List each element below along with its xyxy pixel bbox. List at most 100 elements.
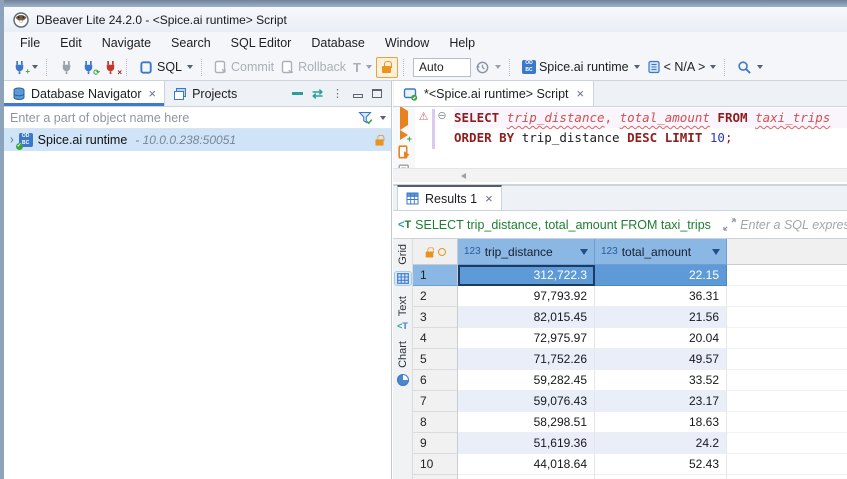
sort-desc-icon[interactable] <box>580 249 588 255</box>
cell-trip-distance[interactable]: 44,018.64 <box>458 454 595 475</box>
close-icon[interactable]: × <box>577 88 585 100</box>
commit-mode-combo[interactable]: Auto <box>413 58 471 77</box>
cell-trip-distance[interactable]: 82,015.45 <box>458 307 595 328</box>
tab-chart[interactable]: Chart <box>397 341 409 368</box>
reconnect-button[interactable]: ⟳ <box>78 58 99 77</box>
row-number[interactable]: 1 <box>413 265 458 286</box>
cell-trip-distance[interactable]: 71,752.26 <box>458 349 595 370</box>
row-number[interactable]: 10 <box>413 454 458 475</box>
grid-view-icon[interactable] <box>394 271 412 286</box>
tab-database-navigator[interactable]: Database Navigator × <box>4 81 165 106</box>
cell-total-amount[interactable]: 24.2 <box>595 433 727 454</box>
cell-trip-distance[interactable]: 312,722.3 <box>458 265 595 286</box>
sql-editor[interactable]: + ⚠ ⊖ SELECT trip_distance, total_amount… <box>393 107 847 168</box>
expand-chevron-icon[interactable]: › <box>10 133 14 147</box>
commit-button[interactable]: Commit <box>211 58 277 76</box>
close-icon[interactable]: × <box>148 88 156 100</box>
row-number[interactable]: 3 <box>413 307 458 328</box>
cell-trip-distance[interactable]: 72,975.97 <box>458 328 595 349</box>
row-number[interactable]: 8 <box>413 412 458 433</box>
minimize-view-icon[interactable] <box>353 94 363 98</box>
table-row[interactable]: 5 71,752.26 49.57 <box>413 349 847 370</box>
cell-total-amount[interactable]: 21.56 <box>595 307 727 328</box>
view-menu-icon[interactable]: ⋮ <box>332 87 344 100</box>
cell-total-amount[interactable]: 20.04 <box>595 328 727 349</box>
table-row[interactable]: 8 58,298.51 18.63 <box>413 412 847 433</box>
maximize-view-icon[interactable] <box>372 89 382 98</box>
row-number[interactable]: 2 <box>413 286 458 307</box>
table-row[interactable]: 10 44,018.64 52.43 <box>413 454 847 475</box>
row-number[interactable]: 4 <box>413 328 458 349</box>
scroll-left-arrow-icon[interactable] <box>461 173 466 179</box>
connection-tree-item[interactable]: › ODBC ✓ Spice.ai runtime - 10.0.0.238:5… <box>4 129 391 151</box>
tab-sql-script[interactable]: *<Spice.ai runtime> Script × <box>394 81 594 106</box>
disconnect-button[interactable]: × <box>100 58 121 77</box>
menu-database[interactable]: Database <box>301 33 375 53</box>
column-header-trip-distance[interactable]: 123 trip_distance <box>458 239 595 265</box>
fold-gutter[interactable]: ⊖ <box>435 107 449 168</box>
sql-expression-input[interactable] <box>740 218 847 232</box>
active-database-selector[interactable]: < N/A > <box>644 58 720 76</box>
cell-total-amount[interactable]: 49.57 <box>595 349 727 370</box>
active-connection-selector[interactable]: ODBC Spice.ai runtime <box>519 58 643 76</box>
link-editor-icon[interactable]: ⇄ <box>312 86 323 102</box>
tab-text[interactable]: Text <box>397 296 409 316</box>
column-header-total-amount[interactable]: 123 total_amount <box>595 239 727 265</box>
fold-collapse-icon[interactable]: ⊖ <box>437 110 446 122</box>
row-number[interactable]: 9 <box>413 433 458 454</box>
menu-window[interactable]: Window <box>375 33 439 53</box>
cell-trip-distance[interactable]: 59,282.45 <box>458 370 595 391</box>
table-row[interactable]: 1 312,722.3 22.15 <box>413 265 847 286</box>
cell-trip-distance[interactable]: 58,298.51 <box>458 412 595 433</box>
menu-edit[interactable]: Edit <box>50 33 92 53</box>
cell-total-amount[interactable]: 33.52 <box>595 370 727 391</box>
menu-search[interactable]: Search <box>161 33 221 53</box>
menu-sql-editor[interactable]: SQL Editor <box>221 33 302 53</box>
execute-new-tab-icon[interactable]: + <box>400 130 408 140</box>
transaction-log-button[interactable] <box>472 58 504 77</box>
cell-trip-distance[interactable]: 51,619.36 <box>458 433 595 454</box>
menu-file[interactable]: File <box>10 33 50 53</box>
collapse-all-icon[interactable] <box>292 92 303 95</box>
close-icon[interactable]: × <box>485 193 493 205</box>
cell-total-amount[interactable]: 36.31 <box>595 286 727 307</box>
autocommit-lock-toggle[interactable] <box>376 57 398 78</box>
new-connection-button[interactable]: + <box>9 58 41 77</box>
cell-total-amount[interactable]: 23.17 <box>595 391 727 412</box>
chart-pie-icon[interactable] <box>397 374 409 386</box>
cell-trip-distance[interactable]: 59,076.43 <box>458 391 595 412</box>
menu-help[interactable]: Help <box>439 33 485 53</box>
rollback-button[interactable]: Rollback <box>278 58 349 76</box>
tab-grid[interactable]: Grid <box>397 244 409 265</box>
filter-funnel-icon[interactable] <box>358 111 373 125</box>
tab-results-1[interactable]: Results 1 × <box>397 185 502 210</box>
execute-script-icon[interactable] <box>398 145 411 159</box>
table-row[interactable]: 7 59,076.43 23.17 <box>413 391 847 412</box>
editor-horizontal-scrollbar[interactable] <box>393 168 847 182</box>
cell-total-amount[interactable]: 52.43 <box>595 454 727 475</box>
filter-dropdown-arrow[interactable] <box>380 116 386 120</box>
menu-navigate[interactable]: Navigate <box>92 33 161 53</box>
expand-panel-icon[interactable] <box>723 218 736 231</box>
table-row[interactable]: 3 82,015.45 21.56 <box>413 307 847 328</box>
cell-total-amount[interactable]: 22.15 <box>595 265 727 286</box>
grid-corner-cell[interactable] <box>413 239 458 265</box>
row-number[interactable]: 7 <box>413 391 458 412</box>
table-row[interactable]: 4 72,975.97 20.04 <box>413 328 847 349</box>
cell-trip-distance[interactable]: 97,793.92 <box>458 286 595 307</box>
table-row[interactable]: 2 97,793.92 36.31 <box>413 286 847 307</box>
cell-total-amount[interactable]: 18.63 <box>595 412 727 433</box>
object-filter-input[interactable] <box>10 111 353 125</box>
sql-code[interactable]: SELECT trip_distance, total_amount FROM … <box>449 107 847 168</box>
connect-button[interactable] <box>56 58 77 77</box>
search-button[interactable] <box>734 58 766 77</box>
tab-projects[interactable]: Projects <box>165 81 245 106</box>
sort-desc-icon[interactable] <box>712 249 720 255</box>
new-sql-editor-button[interactable]: SQL <box>136 58 196 77</box>
execute-statement-icon[interactable] <box>400 111 408 125</box>
row-number[interactable]: 5 <box>413 349 458 370</box>
table-row[interactable]: 9 51,619.36 24.2 <box>413 433 847 454</box>
text-view-icon[interactable]: <T <box>397 321 408 331</box>
row-number[interactable]: 6 <box>413 370 458 391</box>
table-row[interactable]: 6 59,282.45 33.52 <box>413 370 847 391</box>
